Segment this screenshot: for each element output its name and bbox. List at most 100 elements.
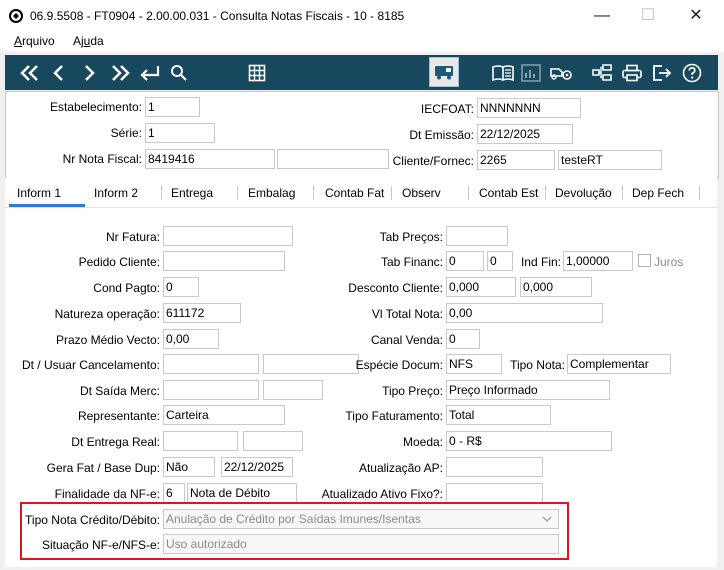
especie-docum-label: Espécie Docum: bbox=[355, 358, 443, 372]
canal-venda-field[interactable]: 0 bbox=[446, 329, 480, 349]
especie-docum-field[interactable]: NFS bbox=[446, 354, 502, 374]
dt-cancelamento-field[interactable] bbox=[163, 354, 259, 374]
highlight-box bbox=[20, 502, 569, 560]
tab-observ[interactable]: Observ bbox=[402, 186, 441, 200]
vl-total-nota-field[interactable]: 0,00 bbox=[446, 303, 603, 323]
representante-label: Representante: bbox=[77, 409, 160, 423]
book-icon[interactable] bbox=[489, 55, 517, 90]
menu-bar bbox=[0, 32, 724, 52]
representante-field[interactable]: Carteira bbox=[163, 405, 285, 425]
dt-entrega-real-label: Dt Entrega Real: bbox=[71, 435, 160, 449]
juros-checkbox[interactable] bbox=[638, 254, 651, 267]
tipo-faturamento-field[interactable]: Total bbox=[446, 405, 551, 425]
tab-contab-fat[interactable]: Contab Fat bbox=[325, 186, 384, 200]
first-icon[interactable] bbox=[17, 55, 43, 90]
hr-entrega-real-field[interactable] bbox=[243, 431, 303, 451]
gera-fat-field[interactable]: Não bbox=[163, 457, 215, 477]
exit-icon[interactable] bbox=[649, 55, 675, 90]
cliente-code-field[interactable]: 2265 bbox=[477, 150, 555, 170]
serie-label: Série: bbox=[110, 126, 142, 140]
minimize-button[interactable]: — bbox=[582, 4, 622, 28]
prazo-medio-field[interactable]: 0,00 bbox=[163, 329, 219, 349]
tab-inform-2[interactable]: Inform 2 bbox=[94, 186, 138, 200]
nr-nota-fiscal-field[interactable]: 8419416 bbox=[145, 149, 275, 169]
atualizacao-ap-field[interactable] bbox=[446, 457, 543, 477]
prev-icon[interactable] bbox=[49, 55, 69, 90]
tab-financ-label: Tab Financ: bbox=[380, 255, 443, 269]
finalidade-desc-field[interactable]: Nota de Débito bbox=[187, 483, 297, 503]
search-icon[interactable] bbox=[167, 55, 191, 90]
pedido-cliente-label: Pedido Cliente: bbox=[78, 255, 160, 269]
dt-saida-merc-label: Dt Saída Merc: bbox=[79, 384, 160, 398]
finalidade-code-field[interactable]: 6 bbox=[163, 483, 185, 503]
chart-icon[interactable] bbox=[519, 55, 543, 90]
desconto-cliente-label: Desconto Cliente: bbox=[348, 281, 443, 295]
prazo-medio-label: Prazo Médio Vecto: bbox=[55, 333, 160, 347]
goto-icon[interactable] bbox=[137, 55, 163, 90]
next-icon[interactable] bbox=[79, 55, 99, 90]
tab-dep-fech[interactable]: Dep Fech bbox=[632, 186, 684, 200]
desconto-cliente-2-field[interactable]: 0,000 bbox=[520, 277, 592, 297]
moeda-field[interactable]: 0 - R$ bbox=[446, 431, 612, 451]
maximize-button[interactable]: ☐ bbox=[628, 4, 668, 28]
tab-separator bbox=[237, 186, 238, 200]
cond-pagto-field[interactable]: 0 bbox=[163, 277, 199, 297]
base-dup-field[interactable]: 22/12/2025 bbox=[221, 457, 293, 477]
atualizado-ativo-fixo-field[interactable] bbox=[446, 483, 543, 503]
natureza-operacao-field[interactable]: 611172 bbox=[163, 303, 241, 323]
grid-icon[interactable] bbox=[245, 55, 269, 90]
tab-separator bbox=[545, 186, 546, 200]
finalidade-nfe-label: Finalidade da NF-e: bbox=[54, 487, 160, 501]
help-icon[interactable] bbox=[679, 55, 705, 90]
iecfoat-field[interactable]: NNNNNNN bbox=[477, 98, 581, 118]
tipo-nota-label: Tipo Nota: bbox=[510, 358, 565, 372]
tab-entrega[interactable]: Entrega bbox=[171, 186, 213, 200]
juros-label: Juros bbox=[654, 255, 684, 269]
serie-field[interactable]: 1 bbox=[145, 123, 215, 143]
tab-separator bbox=[313, 186, 314, 200]
tab-inform-1[interactable]: Inform 1 bbox=[17, 186, 61, 200]
atualizacao-ap-label: Atualização AP: bbox=[358, 461, 443, 475]
nr-nota-fiscal-label: Nr Nota Fiscal: bbox=[62, 152, 142, 166]
close-button[interactable]: ✕ bbox=[676, 4, 716, 28]
pedido-cliente-field[interactable] bbox=[163, 251, 285, 271]
menu-arquivo[interactable]: Arquivo bbox=[14, 34, 55, 48]
dt-saida-merc-field[interactable] bbox=[163, 380, 259, 400]
tab-separator bbox=[468, 186, 469, 200]
tab-contab-est[interactable]: Contab Est bbox=[479, 186, 538, 200]
atualizado-ativo-fixo-label: Atualizado Ativo Fixo?: bbox=[321, 487, 443, 501]
estabelecimento-field[interactable]: 1 bbox=[145, 97, 200, 117]
tipo-nota-field[interactable]: Complementar bbox=[567, 354, 671, 374]
tab-embalag[interactable]: Embalag bbox=[248, 186, 295, 200]
tipo-preco-field[interactable]: Preço Informado bbox=[446, 380, 610, 400]
dt-emissao-field[interactable]: 22/12/2025 bbox=[477, 124, 573, 144]
tab-precos-field[interactable] bbox=[446, 226, 508, 246]
vehicle-config-icon[interactable] bbox=[547, 55, 575, 90]
tab-divider bbox=[5, 207, 717, 208]
app-logo-icon bbox=[9, 9, 23, 23]
canal-venda-label: Canal Venda: bbox=[370, 333, 443, 347]
nr-fatura-field[interactable] bbox=[163, 226, 293, 246]
dt-usuar-cancelamento-label: Dt / Usuar Cancelamento: bbox=[21, 358, 160, 372]
ind-fin-field[interactable]: 1,00000 bbox=[563, 251, 633, 271]
tab-financ-field[interactable]: 0 bbox=[446, 251, 484, 271]
gera-fat-base-dup-label: Gera Fat / Base Dup: bbox=[46, 461, 160, 475]
tree-icon[interactable] bbox=[589, 55, 615, 90]
natureza-operacao-label: Natureza operação: bbox=[54, 307, 160, 321]
dt-entrega-real-field[interactable] bbox=[163, 431, 238, 451]
dt-emissao-label: Dt Emissão: bbox=[409, 128, 474, 142]
print-icon[interactable] bbox=[619, 55, 645, 90]
menu-ajuda[interactable]: Ajuda bbox=[73, 34, 104, 48]
tipo-faturamento-label: Tipo Faturamento: bbox=[345, 409, 443, 423]
cliente-name-field[interactable]: testeRT bbox=[558, 150, 662, 170]
window-title: 06.9.5508 - FT0904 - 2.00.00.031 - Consu… bbox=[30, 9, 405, 23]
estabelecimento-label: Estabelecimento: bbox=[49, 100, 142, 114]
desconto-cliente-field[interactable]: 0,000 bbox=[446, 277, 516, 297]
tab-devolucao[interactable]: Devolução bbox=[555, 186, 612, 200]
truck-icon[interactable] bbox=[429, 57, 459, 87]
last-icon[interactable] bbox=[107, 55, 133, 90]
toolbar bbox=[5, 55, 718, 90]
cliente-fornec-label: Cliente/Fornec: bbox=[392, 154, 474, 168]
tab-financ-2-field[interactable]: 0 bbox=[487, 251, 513, 271]
moeda-label: Moeda: bbox=[402, 435, 443, 449]
